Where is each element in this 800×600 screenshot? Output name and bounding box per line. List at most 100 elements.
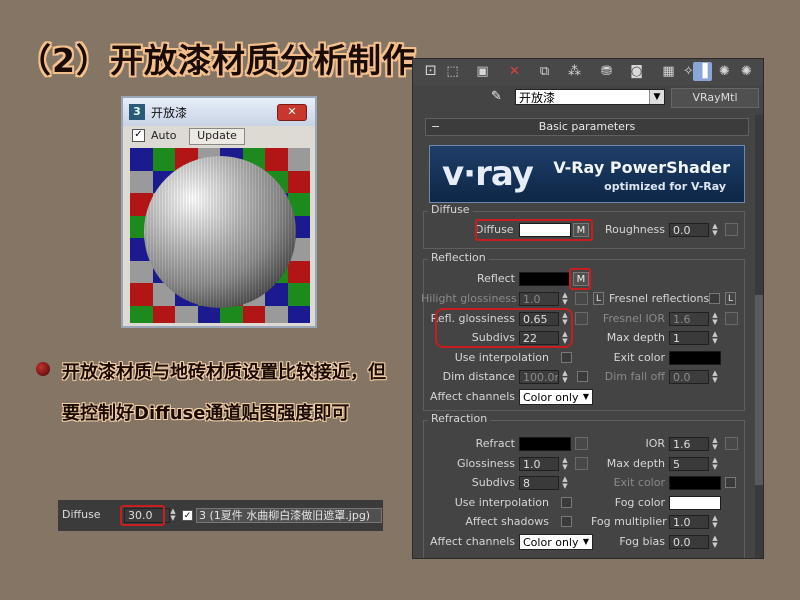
material-id-icon[interactable]: ◙ <box>627 62 646 81</box>
fresnel-reflections-label: Fresnel reflections <box>609 292 710 305</box>
dim-fall-off-spinner[interactable]: 0.0 <box>669 370 709 384</box>
dim-distance-spinner[interactable]: 100.0m <box>519 370 559 384</box>
hilight-lock-button[interactable]: L <box>593 292 604 305</box>
go-forward-icon[interactable]: ✺ <box>715 62 734 81</box>
banner-subtitle: optimized for V-Ray <box>604 180 726 193</box>
put-library-icon[interactable]: ⛃ <box>597 62 616 81</box>
spinner-arrows-icon[interactable]: ▲ ▼ <box>710 312 720 326</box>
material-type-button[interactable]: VRayMtl <box>671 88 759 108</box>
checker-cell <box>265 148 288 171</box>
slide-title: （2）开放漆材质分析制作 <box>18 41 416 80</box>
spinner-arrows-icon[interactable]: ▲ ▼ <box>560 457 570 471</box>
close-icon[interactable]: ✕ <box>277 104 307 121</box>
ior-spinner[interactable]: 1.6 <box>669 437 709 451</box>
refraction-use-interpolation-checkbox[interactable] <box>561 497 572 508</box>
reflect-map-highlight <box>569 268 591 290</box>
checker-cell <box>287 170 310 193</box>
spinner-arrows-icon[interactable]: ▲ ▼ <box>560 292 570 306</box>
hilight-glossiness-spinner[interactable]: 1.0 <box>519 292 559 306</box>
collapse-icon[interactable]: − <box>431 119 440 135</box>
editor-scrollbar[interactable] <box>755 115 763 558</box>
refl-gloss-map-button[interactable] <box>575 312 588 325</box>
ior-map-button[interactable] <box>725 437 738 450</box>
material-namebar: ✎ 开放漆 ▼ VRayMtl <box>413 87 763 109</box>
reflect-color-swatch[interactable] <box>519 272 571 286</box>
maps-diffuse-checkbox[interactable]: ✓ <box>182 510 193 521</box>
unique-icon[interactable]: ⁂ <box>565 62 584 81</box>
copy-icon[interactable]: ⧉ <box>535 62 554 81</box>
preview-titlebar: 3 开放漆 ✕ <box>123 98 315 126</box>
reflection-max-depth-label: Max depth <box>606 331 665 344</box>
spinner-arrows-icon[interactable]: ▲ ▼ <box>710 535 720 549</box>
refraction-gloss-map-button[interactable] <box>575 457 588 470</box>
hilight-map-button[interactable] <box>575 292 588 305</box>
checker-cell <box>152 305 175 323</box>
checker-cell <box>197 305 220 323</box>
assign-material-icon[interactable]: ▣ <box>473 62 492 81</box>
eyedropper-icon[interactable]: ✎ <box>491 89 502 104</box>
refraction-affect-channels-select[interactable]: Color only ▼ <box>519 534 593 550</box>
affect-shadows-checkbox[interactable] <box>561 516 572 527</box>
checker-cell <box>242 305 265 323</box>
fresnel-reflections-checkbox[interactable] <box>709 293 720 304</box>
roughness-label: Roughness <box>604 223 665 236</box>
refract-color-swatch[interactable] <box>519 437 571 451</box>
refraction-exit-color-checkbox[interactable] <box>725 477 736 488</box>
refract-map-button[interactable] <box>575 437 588 450</box>
auto-checkbox[interactable]: ✓ <box>132 129 145 142</box>
refraction-max-depth-spinner[interactable]: 5 <box>669 457 709 471</box>
roughness-spinner[interactable]: 0.0 <box>669 223 709 237</box>
editor-scrollbar-thumb[interactable] <box>755 295 763 485</box>
checker-cell <box>130 305 153 323</box>
go-parent-icon[interactable]: ▐ <box>693 62 712 81</box>
maps-diffuse-map-button[interactable]: 3 (1夏件 水曲柳白漆做旧遮罩.jpg) <box>196 508 382 523</box>
rollout-title: Basic parameters <box>538 120 636 133</box>
fresnel-ior-spinner[interactable]: 1.6 <box>669 312 709 326</box>
fog-bias-spinner[interactable]: 0.0 <box>669 535 709 549</box>
reflection-affect-channels-select[interactable]: Color only ▼ <box>519 389 593 405</box>
spinner-arrows-icon[interactable]: ▲ ▼ <box>710 457 720 471</box>
basic-parameters-rollout[interactable]: − Basic parameters <box>425 118 749 136</box>
reflection-affect-channels-value: Color only <box>523 391 579 404</box>
spinner-arrows-icon[interactable]: ▲ ▼ <box>710 331 720 345</box>
refraction-exit-color-label: Exit color <box>613 476 665 489</box>
refract-label: Refract <box>475 437 515 450</box>
spinner-arrows-icon[interactable]: ▲ ▼ <box>710 370 720 384</box>
spinner-arrows-icon[interactable]: ▲ ▼ <box>710 437 720 451</box>
reset-icon[interactable]: ✕ <box>505 62 524 81</box>
refraction-max-depth-label: Max depth <box>606 457 665 470</box>
fresnel-lock-button[interactable]: L <box>725 292 736 305</box>
material-editor: ⚀ ⬚ ▣ ✕ ⧉ ⁂ ⛃ ◙ ▦ ✧ ▐ ✺ ✺ ✎ 开放漆 ▼ VRayMt… <box>412 58 764 559</box>
fog-color-swatch[interactable] <box>669 496 721 510</box>
reflection-use-interpolation-checkbox[interactable] <box>561 352 572 363</box>
checker-cell <box>175 305 198 323</box>
spinner-arrows-icon[interactable]: ▲ ▼ <box>168 508 178 522</box>
roughness-map-button[interactable] <box>725 223 738 236</box>
fresnel-ior-map-button[interactable] <box>725 312 738 325</box>
refraction-glossiness-label: Glossiness <box>456 457 515 470</box>
affect-shadows-label: Affect shadows <box>465 515 549 528</box>
fog-multiplier-spinner[interactable]: 1.0 <box>669 515 709 529</box>
chevron-down-icon[interactable]: ▼ <box>649 90 664 104</box>
dim-distance-checkbox[interactable] <box>577 371 588 382</box>
spinner-arrows-icon[interactable]: ▲ ▼ <box>560 370 570 384</box>
maps-diffuse-label: Diffuse <box>62 508 101 521</box>
fog-color-label: Fog color <box>614 496 665 509</box>
refraction-exit-color-swatch[interactable] <box>669 476 721 490</box>
checker-cell <box>220 305 243 323</box>
reflection-exit-color-swatch[interactable] <box>669 351 721 365</box>
chevron-down-icon[interactable]: ▼ <box>580 390 592 404</box>
spinner-arrows-icon[interactable]: ▲ ▼ <box>560 476 570 490</box>
show-map-icon[interactable]: ▦ <box>659 62 678 81</box>
material-name-field[interactable]: 开放漆 ▼ <box>515 89 665 105</box>
get-material-icon[interactable]: ⚀ <box>421 62 440 81</box>
refraction-glossiness-spinner[interactable]: 1.0 <box>519 457 559 471</box>
put-to-scene-icon[interactable]: ⬚ <box>443 62 462 81</box>
reflection-max-depth-spinner[interactable]: 1 <box>669 331 709 345</box>
options-icon[interactable]: ✺ <box>737 62 756 81</box>
spinner-arrows-icon[interactable]: ▲ ▼ <box>710 515 720 529</box>
spinner-arrows-icon[interactable]: ▲ ▼ <box>710 223 720 237</box>
checker-cell <box>287 148 310 171</box>
update-button[interactable]: Update <box>189 128 245 145</box>
refraction-subdivs-spinner[interactable]: 8 <box>519 476 559 490</box>
